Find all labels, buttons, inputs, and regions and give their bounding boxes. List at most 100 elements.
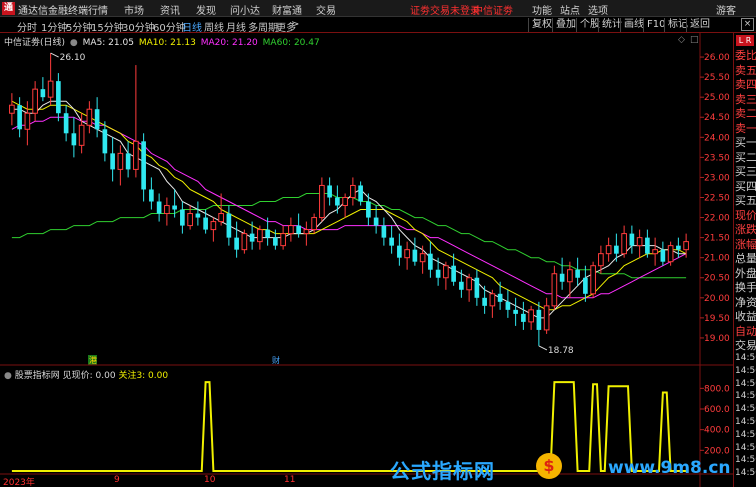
candle	[505, 301, 511, 310]
candle	[86, 108, 93, 126]
ma60-line	[11, 193, 687, 279]
login-status[interactable]: 证劵交易未登录	[410, 2, 480, 17]
trade-time: 14:50	[735, 455, 756, 466]
candle	[71, 133, 77, 146]
coin-logo-icon: $	[536, 453, 562, 479]
y-tick-label: 19.50	[704, 314, 730, 324]
candle	[435, 269, 441, 278]
candle	[327, 185, 332, 198]
candle	[636, 237, 643, 247]
menu-wenxiaoda[interactable]: 问小达	[230, 2, 260, 17]
candle	[257, 229, 263, 243]
period-30min[interactable]: 30分钟	[122, 19, 155, 34]
menu-faxian[interactable]: 发现	[196, 2, 216, 17]
candle	[536, 309, 542, 330]
diejia-button[interactable]: 叠加	[552, 18, 579, 32]
candle	[102, 129, 108, 154]
candle	[373, 217, 379, 226]
candle	[110, 153, 115, 170]
y-tick-label: 26.00	[704, 53, 730, 63]
fuquan-button[interactable]: 复权	[528, 18, 555, 32]
period-toolbar: 分时 1分钟 5分钟 15分钟 30分钟 60分钟 日线 周线 月线 多周期 更…	[0, 17, 756, 34]
period-daily[interactable]: 日线	[182, 19, 202, 34]
settings-circle-icon[interactable]: ●	[4, 371, 12, 381]
trade-time: 14:50	[735, 429, 756, 440]
candle	[156, 201, 162, 214]
more-arrow-icon[interactable]: >	[291, 19, 299, 30]
candle	[17, 105, 22, 130]
candle	[497, 293, 503, 302]
menu-jiaoyi[interactable]: 交易	[316, 2, 336, 17]
period-multi[interactable]: 多周期	[248, 19, 278, 34]
candle	[598, 253, 604, 267]
candle	[451, 265, 456, 282]
fanhui-button[interactable]: 返回	[686, 18, 713, 32]
trade-time: 14:50	[735, 442, 756, 453]
trade-time: 14:50	[735, 391, 756, 402]
candle	[164, 205, 170, 215]
candle	[117, 152, 124, 170]
y-tick-label: 21.50	[704, 234, 730, 244]
candle	[125, 153, 131, 170]
candle	[335, 197, 340, 206]
menu-zixun[interactable]: 资讯	[160, 2, 180, 17]
menu-xuanxiang[interactable]: 选项	[588, 2, 608, 17]
candle	[660, 249, 666, 262]
candle	[381, 225, 387, 238]
period-60min[interactable]: 60分钟	[153, 19, 186, 34]
broker-name[interactable]: 中信证劵	[473, 2, 513, 17]
date-label-2023: 2023年	[3, 478, 35, 487]
period-1min[interactable]: 1分钟	[41, 19, 67, 34]
trade-time: 14:50	[735, 468, 756, 479]
candle	[234, 237, 239, 250]
y-tick-label: 23.00	[704, 173, 730, 183]
candle	[249, 233, 255, 242]
trade-time: 14:50	[735, 404, 756, 415]
y-tick-label: 24.50	[704, 113, 730, 123]
lr-tag[interactable]: L R	[736, 35, 754, 46]
menu-shichang[interactable]: 市场	[124, 2, 144, 17]
candle	[412, 249, 418, 262]
high-price-label: 26.10	[60, 53, 86, 63]
candle	[149, 189, 154, 202]
y-tick-label: 25.00	[704, 93, 730, 103]
candle	[428, 253, 433, 270]
close-icon[interactable]: ×	[741, 18, 754, 31]
period-15min[interactable]: 15分钟	[91, 19, 124, 34]
candle	[273, 237, 278, 246]
candle	[652, 249, 658, 255]
candle	[180, 209, 185, 226]
watermark: 公式指标网 $ www.9m8.cn	[376, 453, 733, 487]
candle	[482, 297, 487, 306]
candle	[443, 265, 449, 279]
menu-hangqing[interactable]: 行情	[88, 2, 108, 17]
y-tick-label: 23.50	[704, 153, 730, 163]
menu-zhandian[interactable]: 站点	[560, 2, 580, 17]
candle	[56, 81, 61, 114]
kline-chart[interactable]: 26.10 18.78 港 财 26.00 25.50 25.00 24.50 24.00 23…	[0, 33, 733, 487]
period-5min[interactable]: 5分钟	[66, 19, 92, 34]
candle	[358, 185, 363, 202]
candle	[280, 233, 286, 247]
candle	[78, 124, 85, 146]
period-weekly[interactable]: 周线	[204, 19, 224, 34]
candle	[621, 233, 627, 255]
candle	[203, 217, 208, 230]
indicator-y-tick-label: 400.0	[704, 426, 730, 436]
candle	[9, 104, 15, 114]
candle	[187, 213, 193, 227]
candle	[419, 253, 426, 263]
menu-gongneng[interactable]: 功能	[532, 2, 552, 17]
candle	[350, 184, 356, 198]
candle	[474, 277, 480, 298]
watermark-text: 公式指标网	[390, 459, 495, 483]
candle	[226, 213, 232, 238]
menu-caifutong[interactable]: 财富通	[272, 2, 302, 17]
candle	[141, 141, 146, 190]
period-monthly[interactable]: 月线	[226, 19, 246, 34]
indicator-name: 股票指标网	[14, 371, 60, 381]
event-mark-gang: 港	[89, 355, 97, 365]
date-label-11: 11	[284, 475, 296, 485]
period-fenshi[interactable]: 分时	[17, 19, 37, 34]
guest-user[interactable]: 游客	[716, 2, 736, 17]
